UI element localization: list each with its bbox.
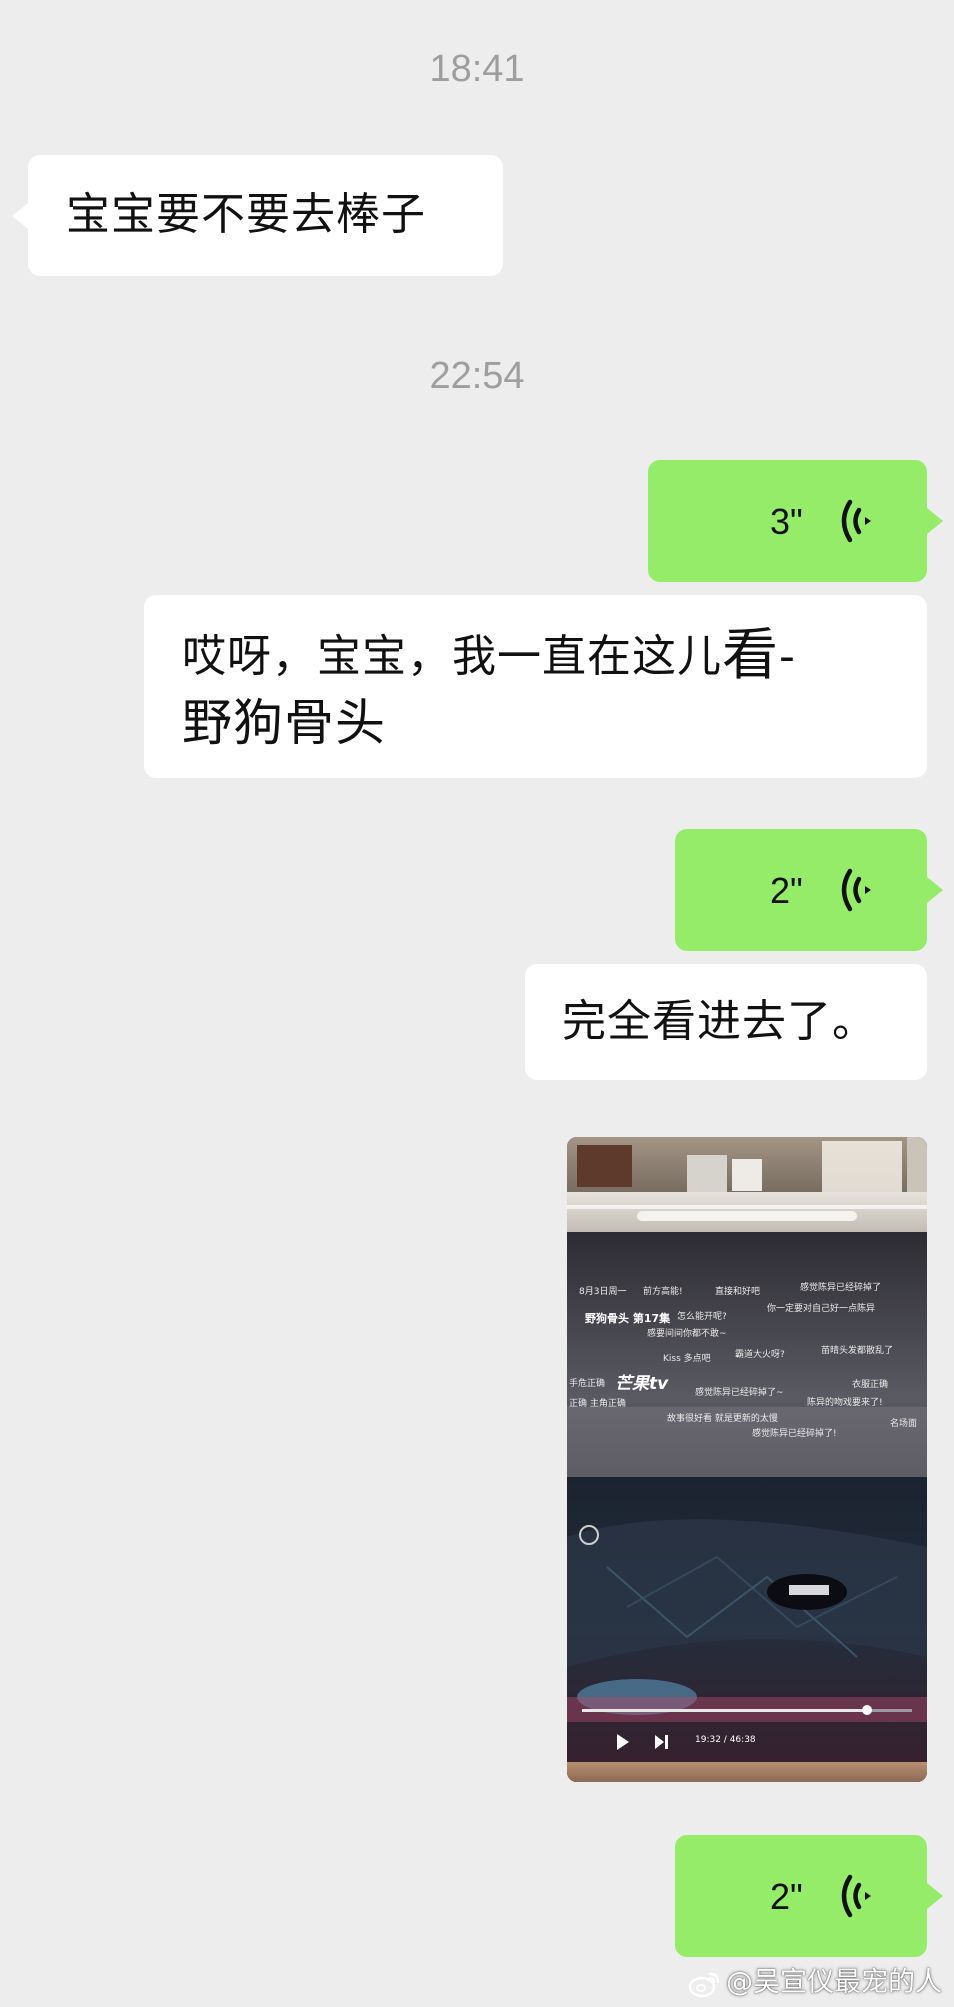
voice-wave-icon	[841, 868, 871, 912]
timestamp: 22:54	[429, 355, 525, 397]
screen-logo: 芒果tv	[615, 1374, 669, 1394]
photo-message[interactable]: 8月3日周一 野狗骨头 第17集 芒果tv 前方高能! 直接和好吧 感觉陈异已经…	[567, 1137, 927, 1782]
voice-duration: 3"	[770, 501, 803, 542]
message-text: 宝宝要不要去棒子	[66, 189, 426, 240]
voice-wave-icon	[841, 499, 871, 543]
danmaku-line: 陈异的吻戏要来了!	[807, 1398, 883, 1408]
danmaku-line: 感觉陈异已经碎掉了!	[752, 1429, 837, 1439]
danmaku-line: 衣服正确	[852, 1380, 889, 1390]
voice-message-bubble[interactable]: 2"	[675, 1835, 943, 1957]
danmaku-line: 感要间间你都不敢~	[647, 1329, 727, 1339]
screen-show-title: 野狗骨头 第17集	[585, 1312, 671, 1325]
screen-time-readout: 19:32 / 46:38	[695, 1735, 756, 1745]
danmaku-line: 你一定要对自己好一点陈异	[767, 1304, 876, 1314]
incoming-message-bubble[interactable]: 宝宝要不要去棒子	[12, 155, 503, 276]
message-text-line1: 哎呀，宝宝，我一直在这儿看-	[182, 623, 796, 688]
screen-date: 8月3日周一	[579, 1287, 627, 1297]
danmaku-line: 名场面	[890, 1419, 918, 1429]
danmaku-line: 感觉陈异已经碎掉了	[800, 1283, 882, 1293]
danmaku-line: 怎么能开呢?	[677, 1312, 727, 1322]
outgoing-message-bubble[interactable]: 哎呀，宝宝，我一直在这儿看- 野狗骨头	[144, 595, 927, 778]
voice-wave-icon	[841, 1874, 871, 1918]
danmaku-line: 前方高能!	[643, 1287, 683, 1297]
photo-image	[567, 1137, 927, 1782]
weibo-logo-icon	[688, 1972, 720, 1997]
weibo-watermark: @吴宣仪最宠的人	[688, 1960, 942, 1999]
danmaku-line: 正确 主角正确	[569, 1399, 626, 1409]
voice-duration: 2"	[770, 1876, 803, 1917]
danmaku-line: 直接和好吧	[715, 1287, 761, 1297]
voice-duration: 2"	[770, 870, 803, 911]
danmaku-line: 手危正确	[569, 1379, 606, 1389]
voice-message-bubble[interactable]: 2"	[675, 829, 943, 951]
timestamp: 18:41	[429, 48, 525, 90]
danmaku-line: 霸道大火呀?	[735, 1350, 785, 1360]
danmaku-line: 苗晴头发都散乱了	[821, 1346, 894, 1356]
outgoing-message-bubble[interactable]: 完全看进去了。	[525, 964, 927, 1080]
danmaku-line: Kiss 多点吧	[663, 1354, 711, 1364]
voice-message-bubble[interactable]: 3"	[648, 460, 943, 582]
message-text-line2: 野狗骨头	[182, 694, 386, 752]
danmaku-line: 故事很好看 就是更新的太慢	[667, 1414, 778, 1424]
danmaku-line: 感觉陈异已经碎掉了~	[695, 1388, 784, 1398]
message-text: 完全看进去了。	[562, 996, 877, 1047]
